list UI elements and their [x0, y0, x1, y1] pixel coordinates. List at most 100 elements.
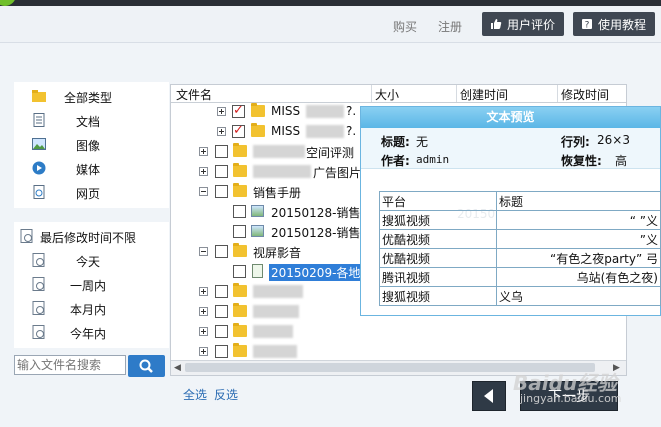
table-cell: 义乌: [496, 286, 661, 306]
row-checkbox[interactable]: [215, 325, 228, 338]
row-checkbox[interactable]: [232, 123, 245, 138]
row-checkbox[interactable]: [215, 245, 228, 258]
image-file-icon: [251, 225, 264, 237]
table-row: 腾讯视频 乌站(有色之夜): [379, 267, 661, 287]
row-label: 20150128-销售.: [271, 226, 365, 240]
webpage-icon: [33, 185, 45, 199]
user-review-label: 用户评价: [507, 17, 556, 32]
table-cell: “ ”义: [496, 210, 661, 230]
author-label: 作者:: [381, 154, 410, 168]
column-created[interactable]: 创建时间: [460, 86, 508, 103]
expand-toggle[interactable]: [199, 307, 208, 316]
search-input[interactable]: [14, 355, 126, 375]
folder-icon: [233, 283, 247, 297]
column-filename[interactable]: 文件名: [176, 86, 212, 103]
expand-toggle[interactable]: [217, 127, 226, 136]
back-button[interactable]: [472, 381, 506, 411]
row-label: 20150128-销售.: [271, 206, 365, 220]
table-row: 搜狐视频 “ ”义: [379, 210, 661, 230]
filter-label: 图像: [76, 139, 101, 153]
table-cell: 平台: [379, 191, 497, 211]
folder-icon: [233, 323, 247, 337]
folder-icon: [233, 303, 247, 317]
column-modified[interactable]: 修改时间: [561, 86, 609, 103]
filter-time-any[interactable]: 最后修改时间不限: [14, 224, 169, 248]
row-checkbox[interactable]: [215, 145, 228, 158]
text-preview-panel: 文本预览 标题: 无 行列: 26×3 作者: admin 恢复性: 高 201…: [360, 106, 661, 316]
image-file-icon: [251, 205, 264, 217]
filter-images[interactable]: 图像: [14, 132, 169, 156]
filter-documents[interactable]: 文档: [14, 108, 169, 132]
expand-toggle[interactable]: [199, 147, 208, 156]
row-checkbox[interactable]: [215, 345, 228, 358]
filter-all-types[interactable]: 全部类型: [14, 84, 169, 108]
row-checkbox[interactable]: [215, 165, 228, 178]
select-all-link[interactable]: 全选: [183, 386, 207, 403]
rowcol-label: 行列:: [561, 135, 590, 149]
row-label: 广告图片: [313, 166, 362, 180]
clock-icon: [32, 325, 45, 339]
row-checkbox[interactable]: [232, 103, 245, 118]
help-book-icon: ?: [582, 19, 592, 31]
image-icon: [32, 138, 46, 150]
row-checkbox[interactable]: [215, 285, 228, 298]
row-checkbox[interactable]: [233, 225, 246, 238]
search-button[interactable]: [128, 355, 165, 377]
tree-row[interactable]: [171, 323, 611, 343]
row-label-suffix: ?.: [346, 124, 357, 138]
scroll-left-icon[interactable]: ◀: [174, 363, 181, 373]
watermark-url: jingyan.baidu.com: [520, 392, 622, 405]
tutorial-label: 使用教程: [598, 17, 647, 32]
expand-toggle[interactable]: [199, 167, 208, 176]
column-size[interactable]: 大小: [375, 86, 399, 103]
table-cell: 搜狐视频: [379, 210, 497, 230]
table-cell: 标题: [496, 191, 661, 211]
folder-icon: [233, 143, 247, 157]
user-review-button[interactable]: 用户评价: [482, 12, 564, 36]
row-label-suffix: ?.: [346, 104, 357, 118]
row-checkbox[interactable]: [215, 305, 228, 318]
expand-toggle[interactable]: [199, 327, 208, 336]
document-icon: [33, 113, 45, 127]
table-cell: “有色之夜party” 弓: [496, 248, 661, 268]
filter-time-year[interactable]: 今年内: [14, 320, 169, 344]
collapse-toggle[interactable]: [199, 247, 208, 256]
row-checkbox[interactable]: [215, 185, 228, 198]
table-cell: 优酷视频: [379, 248, 497, 268]
search-box: [14, 355, 165, 377]
row-checkbox[interactable]: [233, 205, 246, 218]
filter-time-week[interactable]: 一周内: [14, 272, 169, 296]
search-icon: [139, 359, 153, 373]
clock-icon: [20, 229, 33, 243]
filter-time-month[interactable]: 本月内: [14, 296, 169, 320]
thumbs-up-icon: [491, 19, 502, 29]
tutorial-button[interactable]: ? 使用教程: [573, 12, 655, 36]
svg-text:?: ?: [585, 21, 590, 31]
row-checkbox[interactable]: [233, 265, 246, 278]
register-link[interactable]: 注册: [438, 18, 462, 35]
clock-icon: [32, 277, 45, 291]
filter-label: 文档: [76, 115, 101, 129]
preview-table: 平台 标题 搜狐视频 “ ”义 优酷视频 ”义 优酷视频 “有色之夜party” 弓 腾…: [379, 191, 661, 306]
filter-media[interactable]: 媒体: [14, 156, 169, 180]
category-panel: 全部类型 文档 图像 媒体 网页 最后修改时间不限 今天 一周内 本月内 今年内: [14, 82, 169, 348]
filter-time-today[interactable]: 今天: [14, 248, 169, 272]
expand-toggle[interactable]: [199, 287, 208, 296]
row-label: 销售手册: [253, 186, 302, 200]
clock-icon: [32, 253, 45, 267]
filter-webpages[interactable]: 网页: [14, 180, 169, 204]
collapse-toggle[interactable]: [199, 187, 208, 196]
row-label: MISS: [271, 104, 301, 118]
invert-selection-link[interactable]: 反选: [214, 386, 238, 403]
filter-label: 今年内: [70, 327, 107, 341]
recover-label: 恢复性:: [561, 154, 602, 168]
folder-icon: [32, 90, 46, 102]
expand-toggle[interactable]: [199, 347, 208, 356]
table-cell: 乌站(有色之夜): [496, 267, 661, 287]
folder-icon: [233, 343, 247, 357]
rowcol-value: 26×3: [597, 133, 630, 147]
expand-toggle[interactable]: [217, 107, 226, 116]
buy-link[interactable]: 购买: [393, 18, 417, 35]
table-row: 平台 标题: [379, 191, 661, 211]
filter-label: 一周内: [70, 279, 107, 293]
